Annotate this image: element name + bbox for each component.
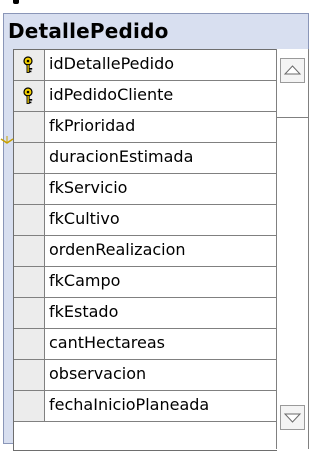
field-row[interactable]: fechaInicioPlaneada [14,391,277,422]
field-name: cantHectareas [49,333,165,352]
field-row[interactable]: fkCampo [14,267,277,298]
field-row[interactable]: idPedidoCliente [14,81,277,112]
relationship-connector-icon [0,136,14,144]
field-name: duracionEstimada [49,147,194,166]
row-selector[interactable] [14,329,45,359]
row-selector[interactable] [14,143,45,173]
table-title[interactable]: DetallePedido [8,19,169,43]
field-name: ordenRealizacion [49,240,186,259]
field-name: fkPrioridad [49,116,136,135]
row-selector[interactable] [14,360,45,390]
key-icon [23,56,33,73]
field-name: fkCampo [49,271,121,290]
field-row[interactable]: fkPrioridad [14,112,277,143]
field-name: observacion [49,364,147,383]
row-selector[interactable] [14,205,45,235]
row-selector[interactable] [14,236,45,266]
row-selector[interactable] [14,81,45,111]
field-name: fkServicio [49,178,128,197]
vertical-scrollbar[interactable] [276,49,309,449]
field-row[interactable]: cantHectareas [14,329,277,360]
field-name: fechaInicioPlaneada [49,395,210,414]
field-name: fkCultivo [49,209,120,228]
connector-fragment [13,0,19,4]
field-row[interactable]: ordenRealizacion [14,236,277,267]
row-selector[interactable] [14,50,45,80]
row-selector[interactable] [14,391,45,421]
field-name: idDetallePedido [49,54,175,73]
row-selector[interactable] [14,298,45,328]
field-row[interactable]: fkServicio [14,174,277,205]
triangle-down-icon [283,413,302,423]
field-row[interactable]: fkEstado [14,298,277,329]
row-selector[interactable] [14,267,45,297]
field-name: fkEstado [49,302,119,321]
field-row[interactable]: duracionEstimada [14,143,277,174]
key-icon [23,87,33,104]
row-selector[interactable] [14,112,45,142]
field-list[interactable]: idDetallePedido idPedidoCliente fkPriori… [13,49,277,451]
triangle-up-icon [283,65,302,75]
field-name: idPedidoCliente [49,85,174,104]
field-row[interactable]: observacion [14,360,277,391]
field-row[interactable]: idDetallePedido [14,50,277,81]
scroll-up-button[interactable] [280,58,305,83]
scroll-down-button[interactable] [280,405,305,430]
field-row[interactable]: fkCultivo [14,205,277,236]
row-selector[interactable] [14,174,45,204]
scroll-thumb[interactable] [277,117,308,118]
